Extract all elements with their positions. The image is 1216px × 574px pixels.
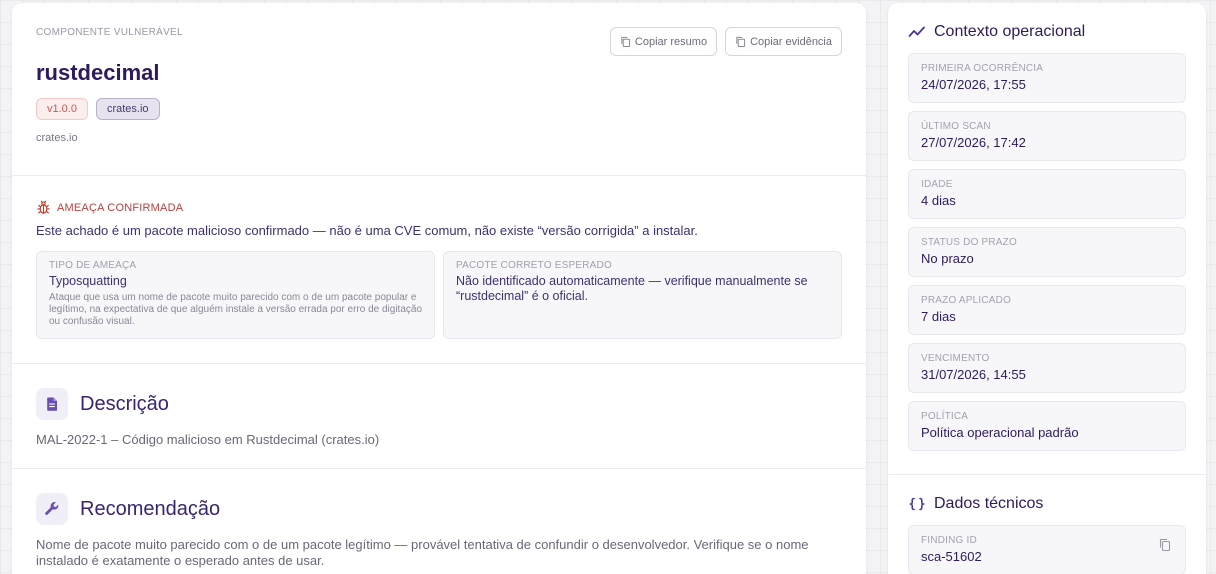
description-body: MAL-2022-1 – Código malicioso em Rustdec… <box>36 432 380 447</box>
expected-package-value: Não identificado automaticamente — verif… <box>456 274 808 303</box>
copy-evidence-label: Copiar evidência <box>750 35 832 48</box>
header-actions: Copiar resumo Copiar evidência <box>609 27 842 56</box>
technical-data-section: Dados técnicos FINDING ID sca-51602 <box>888 475 1206 574</box>
kv-label: PRIMEIRA OCORRÊNCIA <box>921 63 1044 74</box>
copy-summary-button[interactable]: Copiar resumo <box>609 27 718 56</box>
kv-value: 24/07/2026, 17:55 <box>921 77 1026 92</box>
kv-label: VENCIMENTO <box>921 353 990 364</box>
operational-title: Contexto operacional <box>934 23 1086 40</box>
description-title: Descrição <box>80 392 169 415</box>
threat-header: AMEAÇA CONFIRMADA <box>36 200 842 215</box>
kv-first-occurrence: PRIMEIRA OCORRÊNCIA 24/07/2026, 17:55 <box>908 53 1186 103</box>
wrench-icon-tile <box>36 493 68 525</box>
recommendation-title: Recomendação <box>80 497 221 520</box>
wrench-icon <box>45 502 59 515</box>
document-icon <box>47 397 57 411</box>
kv-label: POLÍTICA <box>921 411 969 422</box>
kv-label: ÚLTIMO SCAN <box>921 121 991 132</box>
threat-type-box: TIPO DE AMEAÇA Typosquatting Ataque que … <box>36 251 435 339</box>
operational-context-section: Contexto operacional PRIMEIRA OCORRÊNCIA… <box>888 3 1206 475</box>
technical-header: Dados técnicos <box>908 495 1186 513</box>
threat-label: AMEAÇA CONFIRMADA <box>57 201 184 214</box>
kv-finding-id: FINDING ID sca-51602 <box>908 525 1186 574</box>
operational-header: Contexto operacional <box>908 23 1186 41</box>
copy-summary-label: Copiar resumo <box>634 35 708 48</box>
version-badge: v1.0.0 <box>36 98 88 120</box>
kv-deadline-status: STATUS DO PRAZO No prazo <box>908 227 1186 277</box>
bug-icon <box>37 200 50 214</box>
recommendation-body: Nome de pacote muito parecido com o de u… <box>36 537 809 568</box>
kv-label: FINDING ID <box>921 535 977 546</box>
copy-icon <box>736 36 746 47</box>
kv-value: 27/07/2026, 17:42 <box>921 135 1026 150</box>
component-header: COMPONENTE VULNERÁVEL rustdecimal v1.0.0… <box>12 3 866 176</box>
technical-title: Dados técnicos <box>934 495 1044 512</box>
description-header: Descrição <box>36 388 842 420</box>
kv-value: No prazo <box>921 251 974 266</box>
copy-icon <box>621 36 631 47</box>
kv-value: 4 dias <box>921 193 956 208</box>
kv-value: Política operacional padrão <box>921 425 1079 440</box>
document-icon-tile <box>36 388 68 420</box>
threat-text: Este achado é um pacote malicioso confir… <box>36 223 698 238</box>
braces-icon <box>909 497 925 511</box>
kv-applied-deadline: PRAZO APLICADO 7 dias <box>908 285 1186 335</box>
copy-icon[interactable] <box>1159 538 1171 551</box>
expected-package-label: PACOTE CORRETO ESPERADO <box>456 260 612 271</box>
kv-value: 31/07/2026, 14:55 <box>921 367 1026 382</box>
kv-value: sca-51602 <box>921 549 982 564</box>
kv-due-date: VENCIMENTO 31/07/2026, 14:55 <box>908 343 1186 393</box>
registry-line: crates.io <box>36 132 78 144</box>
package-name: rustdecimal <box>36 60 160 85</box>
threat-grid: TIPO DE AMEAÇA Typosquatting Ataque que … <box>36 251 842 339</box>
operational-list: PRIMEIRA OCORRÊNCIA 24/07/2026, 17:55 ÚL… <box>908 53 1186 451</box>
threat-type-note: Ataque que usa um nome de pacote muito p… <box>49 292 423 327</box>
recommendation-header: Recomendação <box>36 493 842 525</box>
threat-type-label: TIPO DE AMEAÇA <box>49 260 137 271</box>
kv-label: PRAZO APLICADO <box>921 295 1012 306</box>
kv-age: IDADE 4 dias <box>908 169 1186 219</box>
threat-section: AMEAÇA CONFIRMADA Este achado é um pacot… <box>12 176 866 364</box>
trend-icon <box>908 26 925 37</box>
expected-package-box: PACOTE CORRETO ESPERADO Não identificado… <box>443 251 842 339</box>
finding-detail-card: COMPONENTE VULNERÁVEL rustdecimal v1.0.0… <box>12 3 866 574</box>
recommendation-section: Recomendação Nome de pacote muito pareci… <box>12 469 866 574</box>
kv-label: STATUS DO PRAZO <box>921 237 1017 248</box>
kv-policy: POLÍTICA Política operacional padrão <box>908 401 1186 451</box>
registry-badge: crates.io <box>95 98 160 120</box>
description-section: Descrição MAL-2022-1 – Código malicioso … <box>12 364 866 469</box>
kv-value: 7 dias <box>921 309 956 324</box>
kv-last-scan: ÚLTIMO SCAN 27/07/2026, 17:42 <box>908 111 1186 161</box>
badge-row: v1.0.0 crates.io <box>36 98 842 120</box>
threat-type-value: Typosquatting <box>49 274 127 288</box>
kv-label: IDADE <box>921 179 953 190</box>
context-card: Contexto operacional PRIMEIRA OCORRÊNCIA… <box>888 3 1206 574</box>
copy-evidence-button[interactable]: Copiar evidência <box>725 27 842 56</box>
